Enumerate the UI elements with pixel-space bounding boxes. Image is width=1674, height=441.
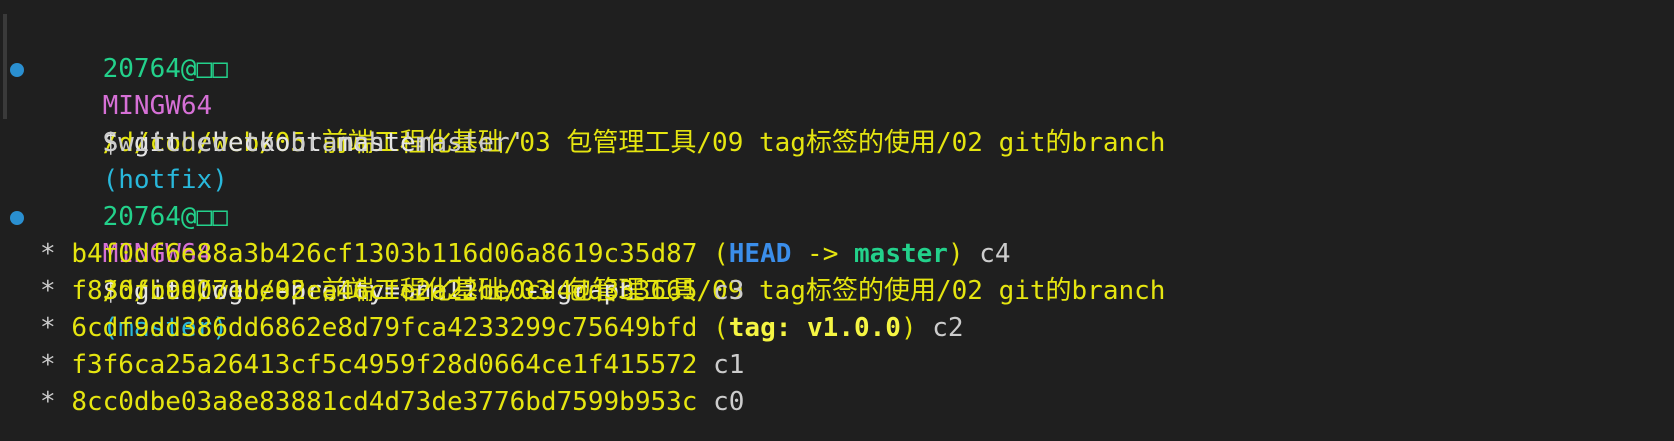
commit-hash: b4f0df6e88a3b426cf1303b116d06a8619c35d87: [71, 239, 698, 269]
output-text: Switched to branch 'master': [102, 128, 526, 158]
log-line: * b4f0df6e88a3b426cf1303b116d06a8619c35d…: [0, 236, 1674, 273]
graph-star: *: [40, 276, 56, 306]
graph-star: *: [40, 313, 56, 343]
prompt-line: 20764@□□ MINGW64 /d/cod/web/05 前端工程化基础/0…: [0, 162, 1674, 343]
commit-hash: f3f6ca25a26413cf5c4959f28d0664ce1f415572: [71, 350, 698, 380]
commit-message: c1: [713, 350, 745, 380]
log-line: * f3f6ca25a26413cf5c4959f28d0664ce1f4155…: [0, 347, 1674, 384]
prompt-line: 20764@□□ MINGW64 /d/cod/web/05 前端工程化基础/0…: [0, 14, 1674, 195]
commit-hash: f830fb99071de82ea46cfe2a22be0cd4dd333665: [71, 276, 698, 306]
ref-branch: master: [854, 239, 948, 269]
output-line: Switched to branch 'master': [0, 88, 1674, 158]
graph-star: *: [40, 387, 56, 417]
log-line: * 8cc0dbe03a8e83881cd4d73de3776bd7599b95…: [0, 384, 1674, 421]
commit-hash: 8cc0dbe03a8e83881cd4d73de3776bd7599b953c: [71, 387, 698, 417]
ref-close: ): [900, 313, 917, 343]
ref-open: (: [713, 313, 729, 343]
command-line[interactable]: $ git checkout master: [0, 51, 1674, 158]
commit-message: c2: [932, 313, 964, 343]
command-status-dot-icon[interactable]: [10, 63, 24, 77]
command-line[interactable]: $ git log --pretty=oneline --graph: [0, 199, 1674, 306]
ref-arrow: ->: [791, 239, 855, 269]
log-line: * f830fb99071de82ea46cfe2a22be0cd4dd3336…: [0, 273, 1674, 310]
ref-tag: tag: v1.0.0: [728, 313, 901, 343]
terminal-panel[interactable]: 20764@□□ MINGW64 /d/cod/web/05 前端工程化基础/0…: [0, 0, 1674, 441]
commit-message: c4: [979, 239, 1011, 269]
ref-close: ): [947, 239, 964, 269]
ref-open: (: [713, 239, 729, 269]
ref-head: HEAD: [728, 239, 792, 269]
log-line: * 6cdf9dd386dd6862e8d79fca4233299c75649b…: [0, 310, 1674, 347]
command-status-dot-icon[interactable]: [10, 211, 24, 225]
commit-hash: 6cdf9dd386dd6862e8d79fca4233299c75649bfd: [71, 313, 698, 343]
commit-message: c3: [713, 276, 745, 306]
commit-message: c0: [713, 387, 745, 417]
graph-star: *: [40, 239, 56, 269]
graph-star: *: [40, 350, 56, 380]
